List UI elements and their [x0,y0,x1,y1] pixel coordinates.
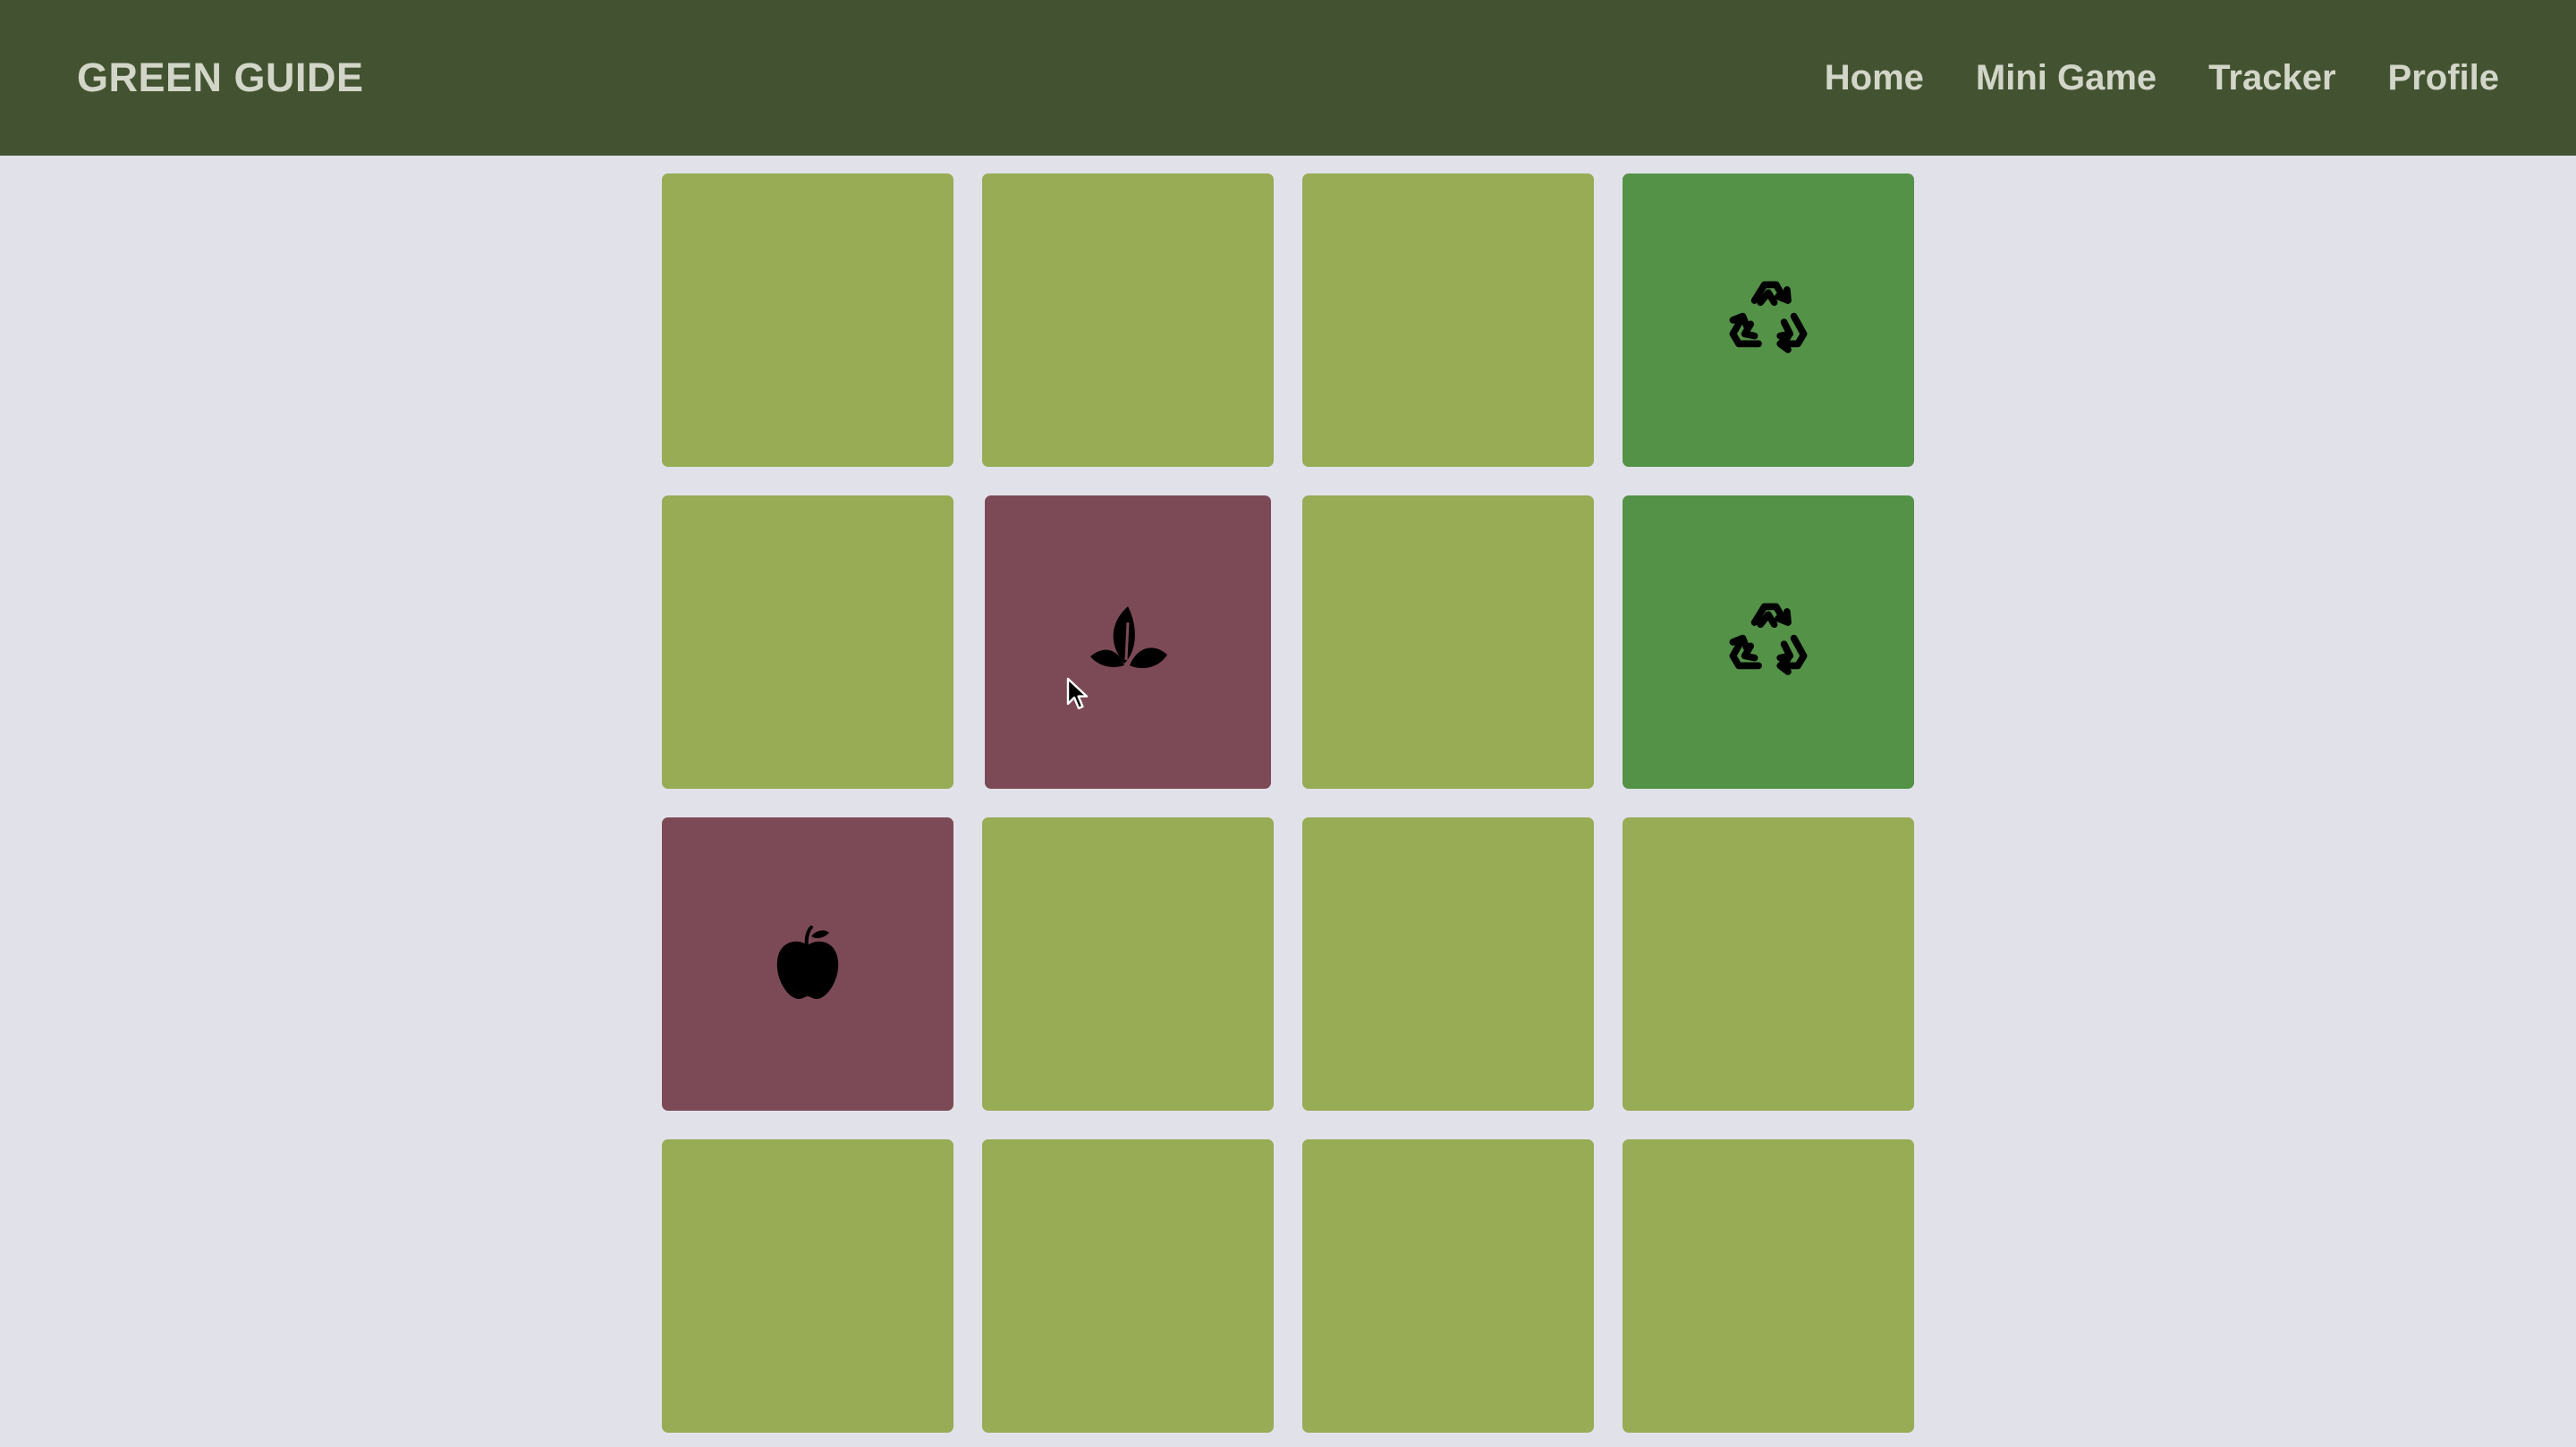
memory-card-hidden[interactable] [1623,1139,1914,1433]
navbar: GREEN GUIDE Home Mini Game Tracker Profi… [0,0,2576,156]
memory-card-hidden[interactable] [1623,817,1914,1111]
memory-card-matched[interactable] [1623,173,1914,467]
memory-card-matched[interactable] [1623,495,1914,789]
nav-link-tracker[interactable]: Tracker [2208,58,2335,98]
brand-logo[interactable]: GREEN GUIDE [77,55,364,101]
memory-card-hidden[interactable] [1302,173,1594,467]
memory-card-hidden[interactable] [982,173,1274,467]
recycle-icon [1719,593,1818,691]
memory-card-hidden[interactable] [1302,817,1594,1111]
memory-card-flipped[interactable] [662,817,953,1111]
memory-card-hidden[interactable] [662,1139,953,1433]
nav-link-mini-game[interactable]: Mini Game [1976,58,2157,98]
memory-card-hidden[interactable] [982,817,1274,1111]
memory-card-hidden[interactable] [982,1139,1274,1433]
memory-card-flipped[interactable] [985,495,1271,789]
memory-game-board [662,173,1914,1433]
nav-link-home[interactable]: Home [1825,58,1924,98]
leaves-icon [1083,597,1173,687]
apple-icon [772,924,843,1004]
memory-card-hidden[interactable] [662,173,953,467]
nav-links: Home Mini Game Tracker Profile [1825,58,2499,98]
memory-card-hidden[interactable] [662,495,953,789]
memory-card-hidden[interactable] [1302,1139,1594,1433]
nav-link-profile[interactable]: Profile [2388,58,2499,98]
memory-card-hidden[interactable] [1302,495,1594,789]
recycle-icon [1719,271,1818,369]
